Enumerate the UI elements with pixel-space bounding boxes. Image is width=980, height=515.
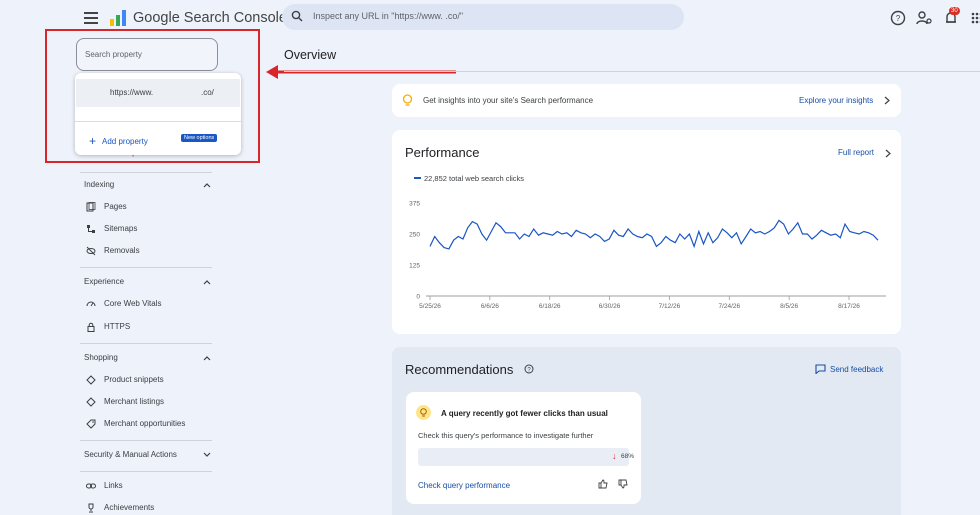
- sidebar-item-removals[interactable]: Removals: [104, 246, 140, 255]
- nav-divider: [80, 440, 212, 441]
- url-inspect-placeholder: Inspect any URL in "https://www. .co/": [313, 11, 464, 21]
- search-console-logo-icon: [110, 10, 126, 26]
- performance-card: Performance Full report 22,852 total web…: [392, 130, 901, 334]
- help-icon[interactable]: ?: [889, 9, 907, 27]
- chevron-down-icon[interactable]: [203, 452, 211, 458]
- url-inspect-search[interactable]: Inspect any URL in "https://www. .co/": [282, 4, 684, 30]
- explore-insights-link[interactable]: Explore your insights: [799, 96, 873, 105]
- removals-icon: [86, 246, 96, 256]
- x-tick-label: 6/6/26: [481, 303, 499, 310]
- nav-divider: [80, 267, 212, 268]
- sidebar-item-merchant-opportunities[interactable]: Merchant opportunities: [104, 419, 185, 428]
- performance-title: Performance: [405, 145, 480, 160]
- help-icon[interactable]: ?: [524, 364, 534, 374]
- change-indicator: ↓ 68%: [418, 448, 634, 466]
- sidebar-item-product-snippets[interactable]: Product snippets: [104, 375, 164, 384]
- header-divider: [284, 71, 980, 72]
- y-tick-label: 250: [409, 232, 420, 239]
- nav-divider: [80, 471, 212, 472]
- nav-section-experience[interactable]: Experience: [84, 277, 124, 286]
- tag-icon: [86, 419, 96, 429]
- sidebar-item-https[interactable]: HTTPS: [104, 322, 130, 331]
- notification-badge: 30: [949, 7, 960, 15]
- thumbs-up-icon[interactable]: [598, 479, 608, 489]
- x-tick-label: 6/18/26: [539, 303, 561, 310]
- apps-grid-icon[interactable]: [968, 9, 980, 27]
- chevron-up-icon[interactable]: [203, 279, 211, 285]
- chevron-up-icon[interactable]: [203, 182, 211, 188]
- recommendations-title: Recommendations: [405, 362, 514, 377]
- speed-icon: [86, 301, 96, 307]
- diamond-icon: [86, 375, 96, 385]
- insights-text: Get insights into your site's Search per…: [423, 96, 594, 105]
- insights-banner[interactable]: Get insights into your site's Search per…: [392, 84, 901, 117]
- y-tick-label: 375: [409, 201, 420, 208]
- pages-icon: [86, 202, 96, 212]
- manage-users-icon[interactable]: [915, 9, 933, 27]
- clicks-series-line: [429, 219, 879, 250]
- check-query-link[interactable]: Check query performance: [418, 481, 510, 490]
- x-tick-label: 7/24/26: [718, 303, 740, 310]
- arrow-down-icon: ↓: [612, 451, 617, 461]
- change-percent: 68%: [621, 453, 635, 460]
- feedback-icon[interactable]: [815, 364, 826, 374]
- sidebar-item-core-web-vitals[interactable]: Core Web Vitals: [104, 299, 162, 308]
- chevron-right-icon[interactable]: [885, 149, 891, 158]
- recommendation-card: A query recently got fewer clicks than u…: [406, 392, 641, 504]
- sitemaps-icon: [87, 225, 95, 233]
- y-tick-label: 0: [416, 294, 420, 301]
- app-title: Google Search Console: [133, 10, 287, 26]
- x-tick-label: 8/17/26: [838, 303, 860, 310]
- x-tick-label: 6/30/26: [599, 303, 621, 310]
- thumbs-down-icon[interactable]: [618, 479, 628, 489]
- sidebar-item-pages[interactable]: Pages: [104, 202, 127, 211]
- nav-section-shopping[interactable]: Shopping: [84, 353, 118, 362]
- link-icon: [86, 483, 96, 489]
- x-tick-label: 5/25/26: [419, 303, 441, 310]
- sidebar-item-sitemaps[interactable]: Sitemaps: [104, 224, 137, 233]
- chevron-up-icon[interactable]: [203, 355, 211, 361]
- nav-section-security[interactable]: Security & Manual Actions: [84, 450, 177, 459]
- x-tick-label: 7/12/26: [659, 303, 681, 310]
- recommendation-description: Check this query's performance to invest…: [418, 431, 594, 440]
- nav-divider: [80, 172, 212, 173]
- page-title: Overview: [284, 48, 337, 62]
- sidebar-item-merchant-listings[interactable]: Merchant listings: [104, 397, 164, 406]
- chart-legend: 22,852 total web search clicks: [414, 174, 524, 183]
- full-report-link[interactable]: Full report: [838, 148, 874, 157]
- search-icon: [291, 10, 303, 22]
- highlight-box: [45, 29, 260, 163]
- sidebar-item-achievements[interactable]: Achievements: [104, 503, 154, 512]
- lightbulb-icon: [402, 94, 413, 106]
- main-menu-icon[interactable]: [84, 12, 98, 24]
- chevron-right-icon[interactable]: [884, 96, 890, 105]
- sidebar-item-links[interactable]: Links: [104, 481, 123, 490]
- lightbulb-icon: [416, 405, 431, 420]
- x-tick-label: 8/5/26: [780, 303, 798, 310]
- diamond-icon: [86, 397, 96, 407]
- recommendation-title: A query recently got fewer clicks than u…: [441, 409, 608, 418]
- performance-line-chart: 375 250 125 0 5/25/26 6/6/26 6/18/26 6/30/26 7/1…: [409, 201, 886, 310]
- highlight-arrow-icon: [266, 65, 456, 79]
- legend-swatch: [414, 177, 421, 179]
- legend-label: 22,852 total web search clicks: [424, 174, 525, 183]
- send-feedback-link[interactable]: Send feedback: [830, 365, 883, 374]
- svg-text:?: ?: [896, 14, 901, 23]
- nav-section-indexing[interactable]: Indexing: [84, 180, 114, 189]
- trophy-icon: [88, 503, 94, 513]
- lock-icon: [87, 322, 95, 332]
- y-tick-label: 125: [409, 263, 420, 270]
- nav-divider: [80, 343, 212, 344]
